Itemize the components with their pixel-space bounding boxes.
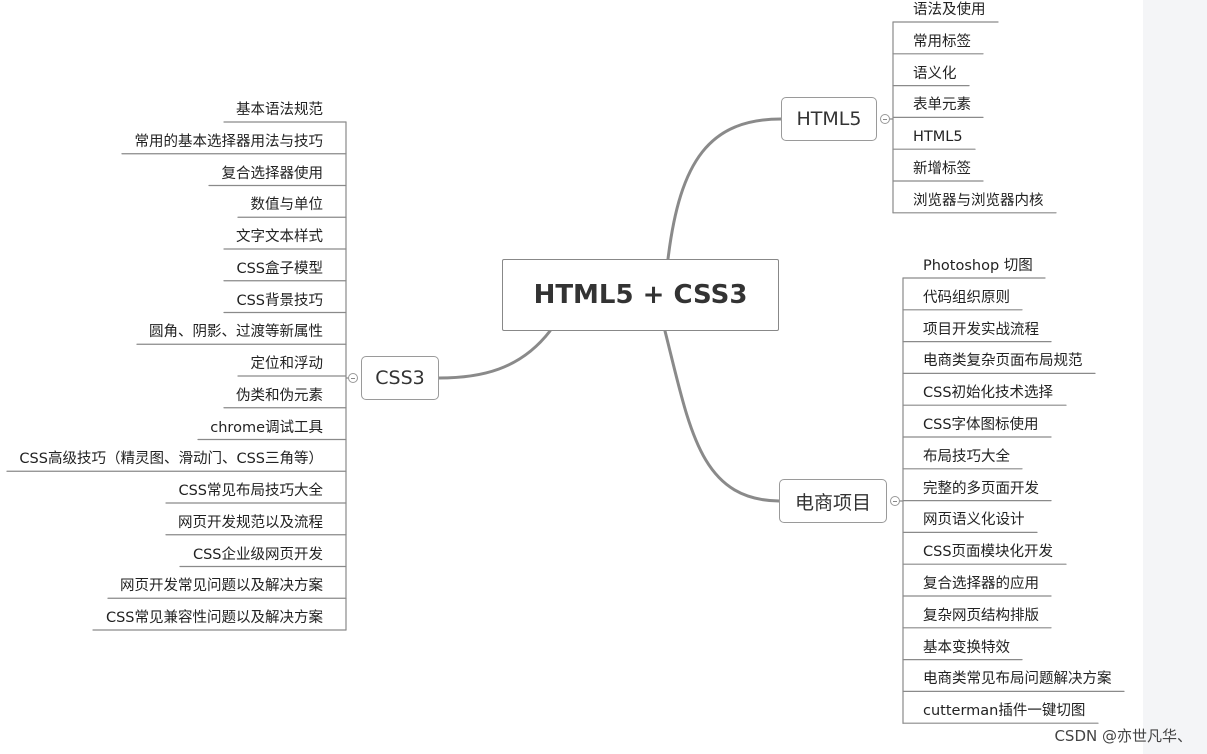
css3-topic[interactable]: 定位和浮动 — [251, 354, 324, 374]
ecommerce-topic[interactable]: 电商类常见布局问题解决方案 — [923, 669, 1112, 689]
css3-topic[interactable]: chrome调试工具 — [210, 418, 323, 438]
html5-topic[interactable]: 语法及使用 — [913, 0, 986, 20]
ecommerce-topic[interactable]: 基本变换特效 — [923, 638, 1010, 658]
collapse-toggle-icon[interactable] — [880, 114, 890, 124]
ecommerce-topic[interactable]: 网页语义化设计 — [923, 510, 1025, 530]
collapse-toggle-icon[interactable] — [890, 496, 900, 506]
css3-topic[interactable]: 圆角、阴影、过渡等新属性 — [149, 322, 323, 342]
ecommerce-topic[interactable]: 代码组织原则 — [923, 288, 1010, 308]
html5-topic[interactable]: 常用标签 — [913, 32, 971, 52]
ecommerce-topic[interactable]: 复杂网页结构排版 — [923, 606, 1039, 626]
ecommerce-topic[interactable]: 完整的多页面开发 — [923, 479, 1039, 499]
branch-css3[interactable]: CSS3 — [361, 356, 439, 400]
html5-topic[interactable]: 语义化 — [913, 64, 957, 84]
css3-topic[interactable]: CSS常见兼容性问题以及解决方案 — [106, 608, 323, 628]
ecommerce-topic[interactable]: cutterman插件一键切图 — [923, 701, 1085, 721]
css3-topic[interactable]: 文字文本样式 — [236, 227, 323, 247]
css3-topic[interactable]: 网页开发常见问题以及解决方案 — [120, 576, 323, 596]
css3-topic[interactable]: CSS背景技巧 — [236, 291, 323, 311]
css3-topic[interactable]: 数值与单位 — [251, 195, 324, 215]
css3-topic[interactable]: 网页开发规范以及流程 — [178, 513, 323, 533]
html5-topic[interactable]: 新增标签 — [913, 159, 971, 179]
connector-css3 — [437, 329, 552, 380]
ecommerce-topic[interactable]: 项目开发实战流程 — [923, 320, 1039, 340]
collapse-toggle-icon[interactable] — [348, 373, 358, 383]
css3-topic[interactable]: 常用的基本选择器用法与技巧 — [135, 132, 324, 152]
ecommerce-topic[interactable]: CSS初始化技术选择 — [923, 383, 1053, 403]
watermark: CSDN @亦世凡华、 — [1054, 727, 1192, 745]
ecommerce-topic[interactable]: CSS字体图标使用 — [923, 415, 1039, 435]
mind-map-connectors — [6, 21, 1125, 724]
ecommerce-topic[interactable]: 复合选择器的应用 — [923, 574, 1039, 594]
central-topic[interactable]: HTML5 + CSS3 — [502, 259, 779, 331]
html5-topic[interactable]: HTML5 — [913, 127, 963, 147]
ecommerce-topic[interactable]: 电商类复杂页面布局规范 — [923, 351, 1083, 371]
css3-topic[interactable]: 伪类和伪元素 — [236, 386, 323, 406]
branch-ecommerce[interactable]: 电商项目 — [779, 479, 887, 523]
css3-topic[interactable]: CSS常见布局技巧大全 — [178, 481, 323, 501]
css3-topic[interactable]: CSS高级技巧（精灵图、滑动门、CSS三角等） — [19, 449, 323, 469]
css3-topic[interactable]: 复合选择器使用 — [222, 164, 324, 184]
css3-topic[interactable]: 基本语法规范 — [236, 100, 323, 120]
branch-html5[interactable]: HTML5 — [781, 97, 877, 141]
ecommerce-topic[interactable]: 布局技巧大全 — [923, 447, 1010, 467]
connector-ecommerce — [663, 329, 781, 503]
connector-html5 — [666, 117, 783, 261]
css3-topic[interactable]: CSS企业级网页开发 — [193, 545, 323, 565]
html5-topic[interactable]: 表单元素 — [913, 95, 971, 115]
ecommerce-topic[interactable]: Photoshop 切图 — [923, 256, 1033, 276]
css3-topic[interactable]: CSS盒子模型 — [236, 259, 323, 279]
html5-topic[interactable]: 浏览器与浏览器内核 — [913, 191, 1044, 211]
ecommerce-topic[interactable]: CSS页面模块化开发 — [923, 542, 1053, 562]
